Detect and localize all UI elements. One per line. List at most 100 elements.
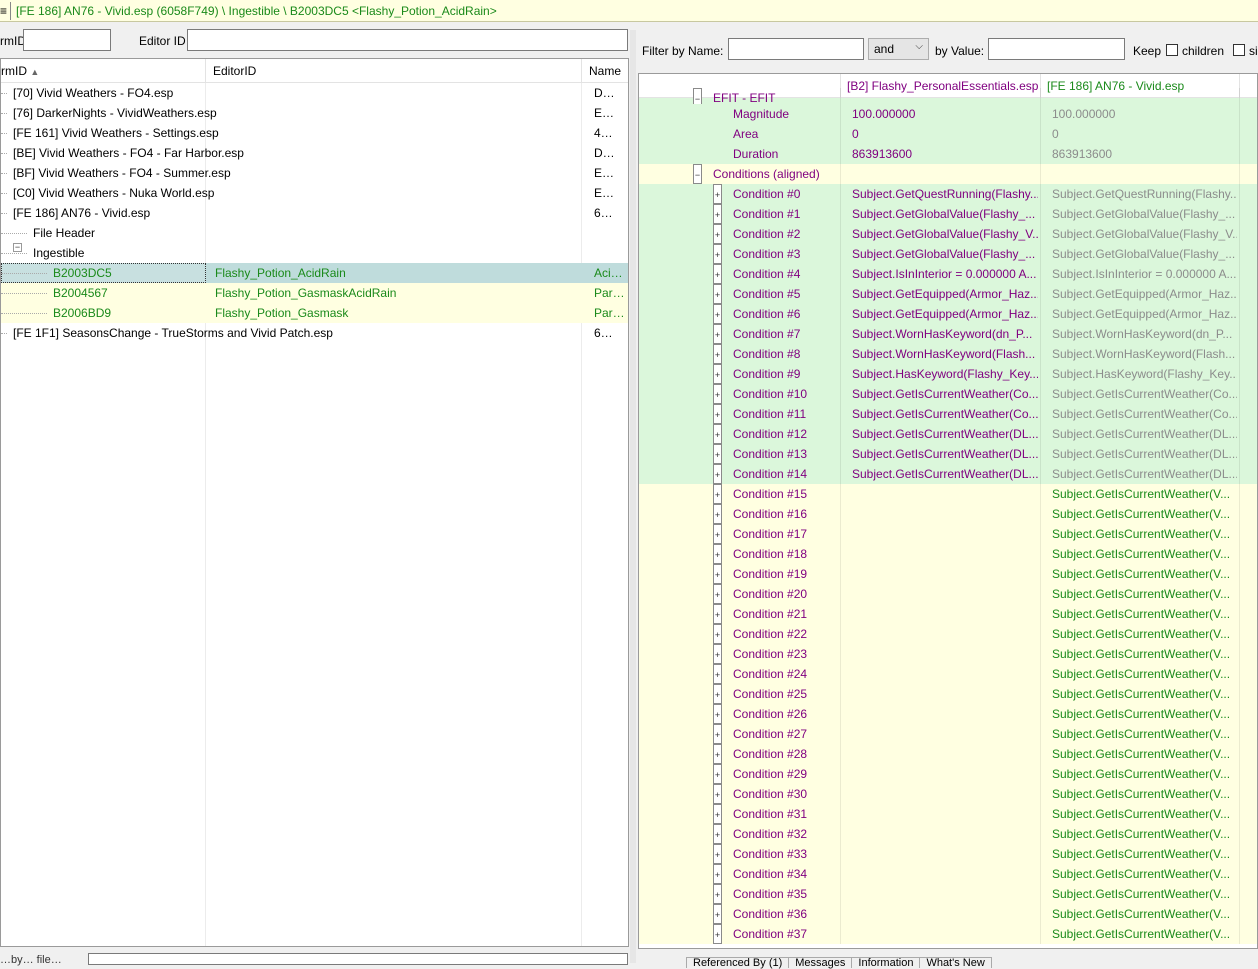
value-cell-plugin-fe186[interactable]: 100.000000 xyxy=(1052,104,1237,124)
expand-icon[interactable]: + xyxy=(713,504,722,524)
value-cell-plugin-b2[interactable] xyxy=(852,704,1038,724)
condition-row[interactable]: + Condition #10 Subject.GetIsCurrentWeathe… xyxy=(639,384,1257,404)
condition-row[interactable]: + Condition #31 Subject.GetIsCurrentWeathe… xyxy=(639,804,1257,824)
expand-icon[interactable]: + xyxy=(713,324,722,344)
value-cell-plugin-b2[interactable]: 863913600 xyxy=(852,144,1038,164)
value-cell-plugin-fe186[interactable]: Subject.GetIsCurrentWeather(V... xyxy=(1052,684,1237,704)
keep-siblings-checkbox[interactable] xyxy=(1233,44,1245,56)
expand-icon[interactable]: + xyxy=(713,644,722,664)
conditions-group-row[interactable]: − Conditions (aligned) xyxy=(639,164,1257,184)
expand-icon[interactable]: + xyxy=(713,304,722,324)
value-cell-plugin-b2[interactable] xyxy=(852,164,1038,184)
condition-row[interactable]: + Condition #28 Subject.GetIsCurrentWeathe… xyxy=(639,744,1257,764)
condition-row[interactable]: + Condition #1 Subject.GetGlobalValue(Flas… xyxy=(639,204,1257,224)
tree-row[interactable]: File Header xyxy=(1,223,628,243)
value-cell-plugin-b2[interactable] xyxy=(852,584,1038,604)
expand-icon[interactable]: + xyxy=(713,744,722,764)
value-cell-plugin-fe186[interactable]: Subject.GetIsCurrentWeather(V... xyxy=(1052,644,1237,664)
expand-icon[interactable]: + xyxy=(713,604,722,624)
value-cell-plugin-fe186[interactable]: Subject.WornHasKeyword(dn_P... xyxy=(1052,324,1237,344)
expand-icon[interactable]: + xyxy=(713,704,722,724)
condition-row[interactable]: + Condition #5 Subject.GetEquipped(Armor_H… xyxy=(639,284,1257,304)
tree-row[interactable]: − Ingestible xyxy=(1,243,628,263)
expand-icon[interactable]: + xyxy=(713,244,722,264)
expand-icon[interactable]: + xyxy=(713,564,722,584)
value-cell-plugin-fe186[interactable]: Subject.IsInInterior = 0.000000 A... xyxy=(1052,264,1237,284)
tree-row[interactable]: [70] Vivid Weathers - FO4.esp D… xyxy=(1,83,628,103)
condition-row[interactable]: + Condition #36 Subject.GetIsCurrentWeathe… xyxy=(639,904,1257,924)
value-cell-plugin-fe186[interactable]: Subject.GetIsCurrentWeather(DL... xyxy=(1052,424,1237,444)
value-cell-plugin-fe186[interactable]: Subject.GetIsCurrentWeather(V... xyxy=(1052,884,1237,904)
filter-name-input[interactable] xyxy=(728,38,864,60)
tree-row[interactable]: [FE 161] Vivid Weathers - Settings.esp 4… xyxy=(1,123,628,143)
value-cell-plugin-fe186[interactable]: Subject.GetIsCurrentWeather(Co... xyxy=(1052,404,1237,424)
condition-row[interactable]: + Condition #35 Subject.GetIsCurrentWeathe… xyxy=(639,884,1257,904)
condition-row[interactable]: + Condition #32 Subject.GetIsCurrentWeathe… xyxy=(639,824,1257,844)
value-cell-plugin-fe186[interactable]: Subject.GetIsCurrentWeather(DL... xyxy=(1052,464,1237,484)
condition-row[interactable]: + Condition #12 Subject.GetIsCurrentWeathe… xyxy=(639,424,1257,444)
value-cell-plugin-b2[interactable] xyxy=(852,724,1038,744)
value-cell-plugin-b2[interactable]: Subject.GetGlobalValue(Flashy_V... xyxy=(852,224,1038,244)
value-cell-plugin-b2[interactable]: Subject.GetQuestRunning(Flashy... xyxy=(852,184,1038,204)
tree-row[interactable]: [BE] Vivid Weathers - FO4 - Far Harbor.e… xyxy=(1,143,628,163)
value-cell-plugin-fe186[interactable]: Subject.GetIsCurrentWeather(V... xyxy=(1052,664,1237,684)
value-cell-plugin-b2[interactable] xyxy=(852,544,1038,564)
condition-row[interactable]: + Condition #15 Subject.GetIsCurrentWeathe… xyxy=(639,484,1257,504)
value-cell-plugin-fe186[interactable]: Subject.GetIsCurrentWeather(Co... xyxy=(1052,384,1237,404)
value-cell-plugin-b2[interactable]: Subject.GetGlobalValue(Flashy_... xyxy=(852,204,1038,224)
menu-icon[interactable]: ≡ xyxy=(0,3,10,19)
value-cell-plugin-fe186[interactable]: Subject.GetIsCurrentWeather(V... xyxy=(1052,484,1237,504)
expand-icon[interactable]: + xyxy=(713,884,722,904)
value-cell-plugin-b2[interactable]: Subject.WornHasKeyword(dn_P... xyxy=(852,324,1038,344)
value-cell-plugin-fe186[interactable]: Subject.GetIsCurrentWeather(V... xyxy=(1052,924,1237,944)
expand-icon[interactable]: + xyxy=(713,684,722,704)
formid-filter-input[interactable] xyxy=(23,29,111,51)
value-cell-plugin-b2[interactable] xyxy=(852,484,1038,504)
expand-icon[interactable]: + xyxy=(713,844,722,864)
value-cell-plugin-fe186[interactable]: Subject.GetIsCurrentWeather(DL... xyxy=(1052,444,1237,464)
condition-row[interactable]: + Condition #23 Subject.GetIsCurrentWeathe… xyxy=(639,644,1257,664)
condition-row[interactable]: + Condition #14 Subject.GetIsCurrentWeathe… xyxy=(639,464,1257,484)
tree-row[interactable]: [C0] Vivid Weathers - Nuka World.esp E… xyxy=(1,183,628,203)
expand-icon[interactable]: + xyxy=(713,364,722,384)
value-cell-plugin-fe186[interactable]: Subject.GetIsCurrentWeather(V... xyxy=(1052,904,1237,924)
value-cell-plugin-fe186[interactable]: Subject.GetIsCurrentWeather(V... xyxy=(1052,584,1237,604)
value-cell-plugin-b2[interactable] xyxy=(852,644,1038,664)
column-header-editorid[interactable]: EditorID xyxy=(209,59,256,83)
expand-icon[interactable]: + xyxy=(713,824,722,844)
editorid-filter-input[interactable] xyxy=(187,29,628,51)
value-cell-plugin-b2[interactable] xyxy=(852,604,1038,624)
condition-row[interactable]: + Condition #34 Subject.GetIsCurrentWeathe… xyxy=(639,864,1257,884)
condition-row[interactable]: + Condition #6 Subject.GetEquipped(Armor_H… xyxy=(639,304,1257,324)
value-cell-plugin-b2[interactable] xyxy=(852,924,1038,944)
condition-row[interactable]: + Condition #19 Subject.GetIsCurrentWeathe… xyxy=(639,564,1257,584)
value-cell-plugin-b2[interactable]: Subject.GetEquipped(Armor_Haz... xyxy=(852,284,1038,304)
value-cell-plugin-fe186[interactable]: Subject.GetIsCurrentWeather(V... xyxy=(1052,764,1237,784)
condition-row[interactable]: + Condition #30 Subject.GetIsCurrentWeathe… xyxy=(639,784,1257,804)
value-cell-plugin-b2[interactable] xyxy=(852,524,1038,544)
expand-icon[interactable]: + xyxy=(713,724,722,744)
value-cell-plugin-b2[interactable]: Subject.HasKeyword(Flashy_Key... xyxy=(852,364,1038,384)
value-cell-plugin-fe186[interactable]: Subject.GetGlobalValue(Flashy_... xyxy=(1052,244,1237,264)
tree-row[interactable]: [BF] Vivid Weathers - FO4 - Summer.esp E… xyxy=(1,163,628,183)
value-cell-plugin-fe186[interactable]: Subject.GetIsCurrentWeather(V... xyxy=(1052,524,1237,544)
condition-row[interactable]: + Condition #4 Subject.IsInInterior = 0.00… xyxy=(639,264,1257,284)
value-cell-plugin-b2[interactable] xyxy=(852,844,1038,864)
value-cell-plugin-fe186[interactable]: Subject.GetIsCurrentWeather(V... xyxy=(1052,504,1237,524)
expand-icon[interactable]: + xyxy=(713,584,722,604)
expand-icon[interactable]: + xyxy=(713,204,722,224)
expand-icon[interactable]: + xyxy=(713,764,722,784)
value-cell-plugin-b2[interactable]: Subject.GetEquipped(Armor_Haz... xyxy=(852,304,1038,324)
condition-row[interactable]: + Condition #27 Subject.GetIsCurrentWeathe… xyxy=(639,724,1257,744)
value-cell-plugin-fe186[interactable]: Subject.GetIsCurrentWeather(V... xyxy=(1052,784,1237,804)
condition-row[interactable]: + Condition #24 Subject.GetIsCurrentWeathe… xyxy=(639,664,1257,684)
record-view-grid[interactable]: [B2] Flashy_PersonalEssentials.esp [FE 1… xyxy=(638,73,1258,949)
value-cell-plugin-b2[interactable]: Subject.GetIsCurrentWeather(DL... xyxy=(852,424,1038,444)
value-cell-plugin-fe186[interactable]: Subject.GetIsCurrentWeather(V... xyxy=(1052,544,1237,564)
tree-row[interactable]: [76] DarkerNights - VividWeathers.esp E… xyxy=(1,103,628,123)
filter-operator-select[interactable]: and ⌵ xyxy=(868,38,929,60)
value-cell-plugin-fe186[interactable] xyxy=(1052,164,1237,184)
value-cell-plugin-b2[interactable] xyxy=(852,784,1038,804)
value-cell-plugin-fe186[interactable]: Subject.GetIsCurrentWeather(V... xyxy=(1052,624,1237,644)
value-cell-plugin-b2[interactable] xyxy=(852,804,1038,824)
